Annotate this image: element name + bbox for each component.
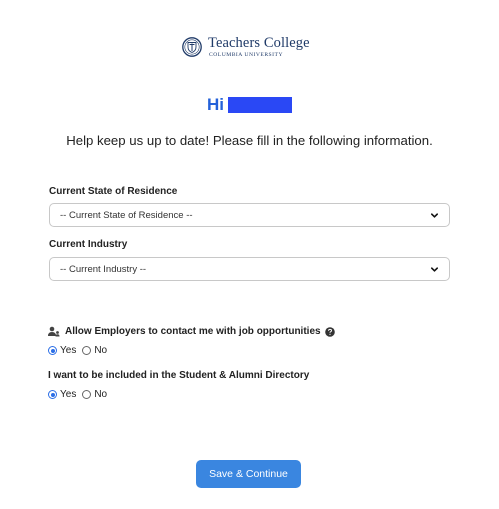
employers-no-radio[interactable] xyxy=(82,346,92,355)
teachers-college-logo[interactable]: Teachers College COLUMBIA UNIVERSITY xyxy=(182,36,310,58)
industry-select-value: -- Current Industry -- xyxy=(60,263,147,275)
employers-no-label: No xyxy=(94,345,108,356)
employers-yes-radio[interactable] xyxy=(48,346,57,355)
greeting-hi: Hi xyxy=(207,95,224,114)
employers-yes-label: Yes xyxy=(60,345,77,356)
question-circle-icon[interactable] xyxy=(324,326,335,337)
employers-question: Allow Employers to contact me with job o… xyxy=(48,326,335,337)
directory-no-option[interactable]: No xyxy=(82,389,107,400)
chevron-down-icon xyxy=(430,267,439,272)
industry-select[interactable]: -- Current Industry -- xyxy=(49,257,450,281)
save-continue-button[interactable]: Save & Continue xyxy=(196,460,301,488)
directory-yes-radio[interactable] xyxy=(48,390,57,399)
logo-subtitle: COLUMBIA UNIVERSITY xyxy=(209,51,283,58)
industry-label: Current Industry xyxy=(49,239,128,250)
state-select-value: -- Current State of Residence -- xyxy=(60,209,193,221)
state-select[interactable]: -- Current State of Residence -- xyxy=(49,203,450,227)
directory-question: I want to be included in the Student & A… xyxy=(48,370,309,381)
chevron-down-icon xyxy=(430,213,439,218)
page: Teachers College COLUMBIA UNIVERSITY Hi … xyxy=(0,0,499,509)
employers-no-option[interactable]: No xyxy=(82,345,107,356)
employers-yes-option[interactable]: Yes xyxy=(48,345,76,356)
intro-text: Help keep us up to date! Please fill in … xyxy=(66,133,433,148)
directory-yes-option[interactable]: Yes xyxy=(48,389,76,400)
directory-question-label: I want to be included in the Student & A… xyxy=(48,370,310,381)
logo-name: Teachers College xyxy=(208,35,310,51)
shield-seal-icon xyxy=(182,37,202,57)
employers-question-label: Allow Employers to contact me with job o… xyxy=(65,326,321,337)
employers-radio-group: Yes No xyxy=(48,345,113,356)
greeting: Hi xyxy=(207,95,292,115)
redacted-name xyxy=(228,97,292,113)
directory-yes-label: Yes xyxy=(60,389,77,400)
directory-no-label: No xyxy=(94,389,108,400)
directory-no-radio[interactable] xyxy=(82,390,92,399)
directory-radio-group: Yes No xyxy=(48,389,113,400)
state-label: Current State of Residence xyxy=(49,186,178,197)
logo-text: Teachers College COLUMBIA UNIVERSITY xyxy=(208,36,310,58)
people-icon xyxy=(48,326,60,337)
